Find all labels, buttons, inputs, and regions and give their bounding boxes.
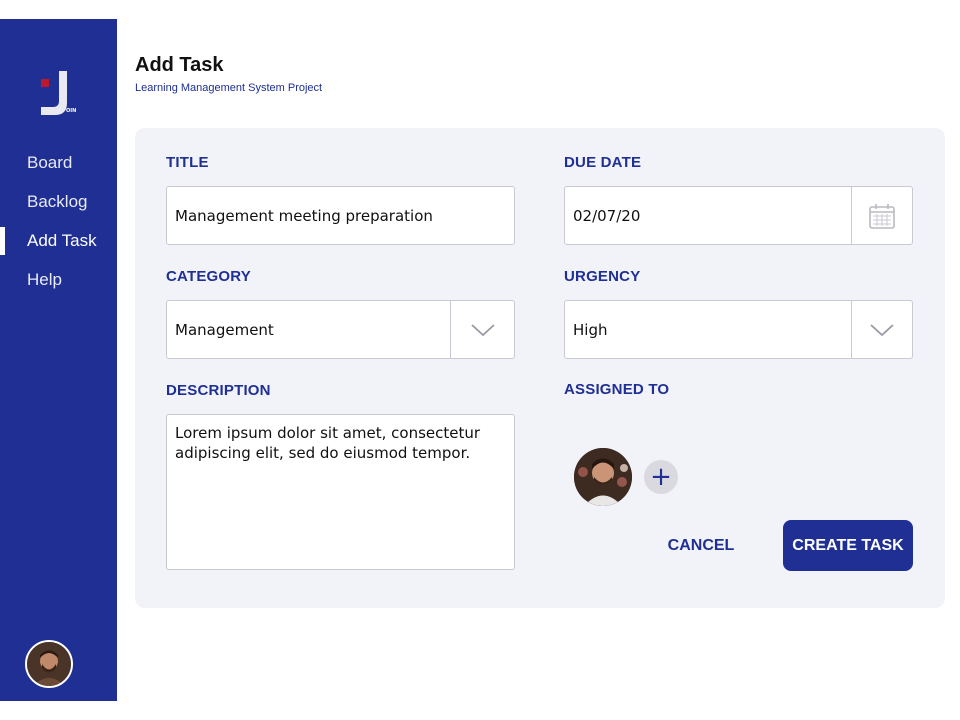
- urgency-select[interactable]: High: [564, 300, 913, 359]
- cancel-button[interactable]: CANCEL: [660, 532, 742, 560]
- category-dropdown-button[interactable]: [450, 301, 514, 358]
- sidebar-item-add-task[interactable]: Add Task: [0, 221, 117, 260]
- create-task-button[interactable]: CREATE TASK: [783, 520, 913, 571]
- page-title: Add Task: [135, 54, 224, 76]
- description-label: DESCRIPTION: [166, 382, 271, 399]
- user-avatar[interactable]: [25, 640, 73, 688]
- urgency-dropdown-button[interactable]: [851, 301, 912, 358]
- description-textarea[interactable]: Lorem ipsum dolor sit amet, consectetur …: [166, 414, 515, 570]
- chevron-down-icon: [870, 323, 894, 336]
- due-date-value: 02/07/20: [573, 206, 641, 225]
- description-value: Lorem ipsum dolor sit amet, consectetur …: [175, 424, 481, 462]
- sidebar-item-label: Add Task: [27, 231, 97, 250]
- title-label: TITLE: [166, 154, 209, 171]
- calendar-icon: [869, 203, 895, 229]
- logo-suffix: OIN: [66, 108, 77, 114]
- category-label: CATEGORY: [166, 268, 251, 285]
- create-task-label: CREATE TASK: [792, 536, 904, 554]
- sidebar: OIN Board Backlog Add Task Help: [0, 19, 117, 701]
- join-logo[interactable]: OIN: [37, 69, 81, 119]
- plus-icon: +: [650, 462, 672, 492]
- due-date-label: DUE DATE: [564, 154, 642, 171]
- sidebar-item-label: Help: [27, 270, 62, 289]
- sidebar-item-label: Board: [27, 153, 73, 172]
- due-date-input[interactable]: 02/07/20: [564, 186, 913, 245]
- sidebar-item-backlog[interactable]: Backlog: [0, 182, 117, 221]
- title-input[interactable]: Management meeting preparation: [166, 186, 515, 245]
- category-value: Management: [175, 320, 274, 339]
- urgency-label: URGENCY: [564, 268, 641, 285]
- assigned-to-label: ASSIGNED TO: [564, 381, 670, 398]
- sidebar-item-help[interactable]: Help: [0, 260, 117, 299]
- sidebar-item-label: Backlog: [27, 192, 88, 211]
- urgency-value: High: [573, 320, 608, 339]
- calendar-button[interactable]: [851, 187, 912, 244]
- sidebar-nav: Board Backlog Add Task Help: [0, 143, 117, 299]
- sidebar-item-board[interactable]: Board: [0, 143, 117, 182]
- category-select[interactable]: Management: [166, 300, 515, 359]
- add-assignee-button[interactable]: +: [644, 460, 678, 494]
- chevron-down-icon: [470, 323, 495, 336]
- title-value: Management meeting preparation: [175, 206, 433, 225]
- page-subtitle: Learning Management System Project: [135, 82, 323, 94]
- assignee-avatar[interactable]: [574, 448, 632, 506]
